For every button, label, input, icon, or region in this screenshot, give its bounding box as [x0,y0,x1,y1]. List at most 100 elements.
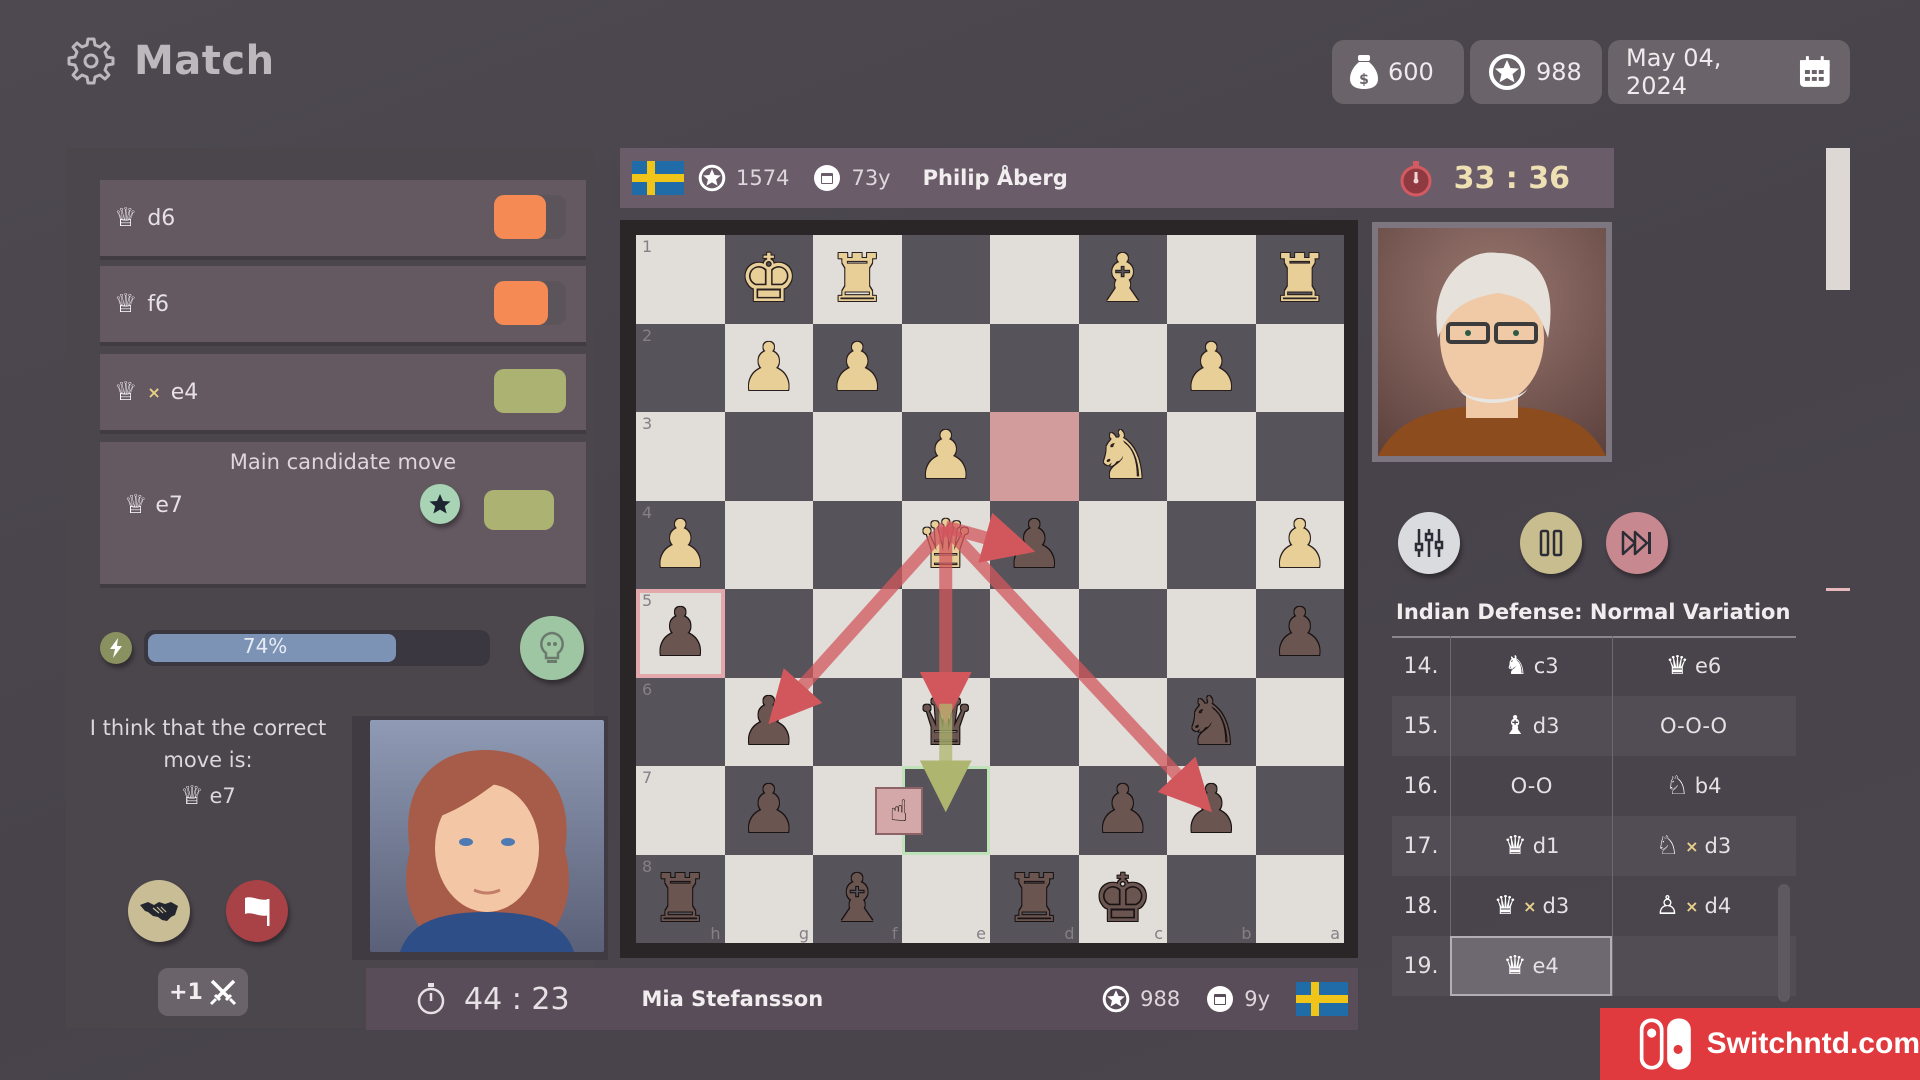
square-h5[interactable]: 5 ♟ [636,589,725,678]
resign-button[interactable] [226,880,288,942]
black-pawn-piece[interactable]: ♟ [739,688,798,755]
white-move-cell[interactable]: ♞ c3 [1450,636,1612,696]
square-c4[interactable] [1078,500,1167,589]
square-d2[interactable] [990,323,1079,412]
square-a6[interactable] [1255,677,1344,766]
square-d6[interactable] [990,677,1079,766]
white-rook-piece[interactable]: ♜ [828,246,887,312]
square-e7[interactable] [901,766,990,855]
square-b2[interactable]: ♟ [1167,323,1256,412]
square-h1[interactable]: 1 [636,235,725,324]
square-d4[interactable]: ♟ [990,500,1079,589]
square-g1[interactable]: ♚ [724,235,813,324]
white-knight-piece[interactable]: ♞ [1093,423,1152,489]
square-h3[interactable]: 3 [636,412,725,501]
candidate-move-2[interactable]: ♕ f6 [100,266,586,342]
square-b3[interactable] [1167,412,1256,501]
square-d8[interactable]: d ♜ [990,854,1079,943]
square-f6[interactable] [813,677,902,766]
black-queen-piece[interactable]: ♛ [916,688,975,755]
square-a4[interactable]: ♟ [1255,500,1344,589]
square-e4[interactable]: ♛ [901,500,990,589]
pause-button[interactable] [1520,512,1582,574]
black-move-cell[interactable]: ♘ b4 [1612,756,1774,816]
square-f1[interactable]: ♜ [813,235,902,324]
panel-scrollbar-thumb[interactable] [1826,148,1850,290]
white-queen-piece[interactable]: ♛ [916,511,975,578]
white-move-cell[interactable]: ♛ d1 [1450,816,1612,876]
square-g5[interactable] [724,589,813,678]
black-bishop-piece[interactable]: ♝ [828,865,887,932]
gear-icon[interactable] [66,36,116,86]
move-list[interactable]: 14. ♞ c3 ♛ e6 15. ♝ d3 O-O-O 16. O-O ♘ b4 17. ♛ d1 ♘ × d3 1… [1392,636,1796,996]
square-c2[interactable] [1078,323,1167,412]
square-a2[interactable] [1255,323,1344,412]
candidate-move-1[interactable]: ♕ d6 [100,180,586,256]
black-pawn-piece[interactable]: ♟ [1182,777,1241,843]
square-b7[interactable]: ♟ [1167,766,1256,855]
black-king-piece[interactable]: ♚ [1093,865,1152,932]
square-e5[interactable] [901,589,990,678]
hint-button[interactable] [520,616,584,680]
black-move-cell[interactable]: O-O-O [1612,696,1774,756]
white-pawn-piece[interactable]: ♟ [651,511,710,578]
white-pawn-piece[interactable]: ♟ [1270,511,1329,578]
white-pawn-piece[interactable]: ♟ [828,334,887,401]
black-rook-piece[interactable]: ♜ [651,865,710,932]
candidate-move-3[interactable]: ♕ × e4 [100,354,586,430]
white-king-piece[interactable]: ♚ [739,246,798,312]
white-move-cell[interactable]: ♝ d3 [1450,696,1612,756]
square-g8[interactable]: g [724,854,813,943]
white-move-cell[interactable]: O-O [1450,756,1612,816]
square-c3[interactable]: ♞ [1078,412,1167,501]
white-pawn-piece[interactable]: ♟ [1182,334,1241,401]
square-h4[interactable]: 4 ♟ [636,500,725,589]
black-pawn-piece[interactable]: ♟ [1005,511,1064,578]
square-c7[interactable]: ♟ [1078,766,1167,855]
square-e3[interactable]: ♟ [901,412,990,501]
square-d1[interactable] [990,235,1079,324]
square-d5[interactable] [990,589,1079,678]
black-move-cell[interactable]: ♛ e6 [1612,636,1774,696]
skip-forward-button[interactable] [1606,512,1668,574]
square-h7[interactable]: 7 [636,766,725,855]
black-pawn-piece[interactable]: ♟ [1093,777,1152,843]
square-g7[interactable]: ♟ [724,766,813,855]
bonus-badge[interactable]: +1 [158,968,248,1016]
white-move-cell[interactable]: ♛ e4 [1450,936,1612,996]
square-b6[interactable]: ♞ [1167,677,1256,766]
square-e8[interactable]: e [901,854,990,943]
square-a7[interactable] [1255,766,1344,855]
square-e2[interactable] [901,323,990,412]
square-c1[interactable]: ♝ [1078,235,1167,324]
square-a3[interactable] [1255,412,1344,501]
square-h2[interactable]: 2 [636,323,725,412]
square-f7[interactable] [813,766,902,855]
black-move-cell[interactable]: ♘ × d3 [1612,816,1774,876]
square-f2[interactable]: ♟ [813,323,902,412]
square-a8[interactable]: a [1255,854,1344,943]
black-pawn-piece[interactable]: ♟ [739,777,798,843]
square-c5[interactable] [1078,589,1167,678]
square-d3[interactable] [990,412,1079,501]
square-f8[interactable]: f ♝ [813,854,902,943]
square-h8[interactable]: 8 h ♜ [636,854,725,943]
move-list-scrollbar[interactable] [1778,884,1790,1002]
square-e1[interactable] [901,235,990,324]
square-h6[interactable]: 6 [636,677,725,766]
square-d7[interactable] [990,766,1079,855]
square-c6[interactable] [1078,677,1167,766]
settings-button[interactable] [1398,512,1460,574]
square-f5[interactable] [813,589,902,678]
square-g4[interactable] [724,500,813,589]
white-bishop-piece[interactable]: ♝ [1093,246,1152,312]
black-pawn-piece[interactable]: ♟ [651,600,710,666]
square-g2[interactable]: ♟ [724,323,813,412]
favorite-star-button[interactable] [420,484,460,524]
square-g3[interactable] [724,412,813,501]
chess-board[interactable]: 1 ♚ ♜ ♝ ♜ 2 ♟ ♟ ♟ 3 ♟ ♞ 4 ♟ ♛ ♟ ♟ 5 ♟ ♟ 6 ♟ ♛ ♞ 7 ♟ ♟ ♟ 8 h ♜ g f ♝ e d ♜ c ♚ b… [636,235,1344,943]
square-g6[interactable]: ♟ [724,677,813,766]
black-rook-piece[interactable]: ♜ [1005,865,1064,932]
square-e6[interactable]: ♛ [901,677,990,766]
black-move-cell[interactable]: ♙ × d4 [1612,876,1774,936]
